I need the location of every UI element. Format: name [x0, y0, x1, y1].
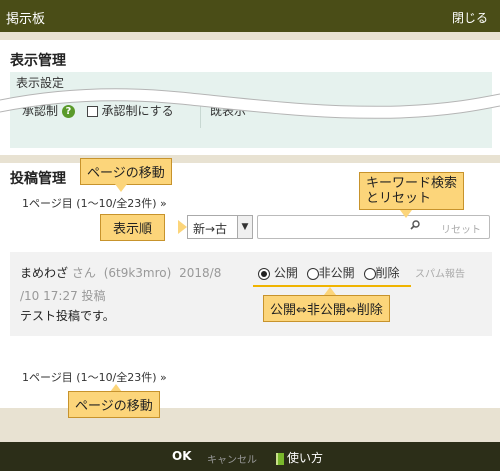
option-public[interactable]: 公開 — [258, 266, 298, 280]
howto-label: 使い方 — [287, 451, 324, 465]
background-strip — [0, 32, 500, 40]
window-title: 掲示板 — [6, 12, 46, 27]
title-bar: 掲示板 閉じる — [0, 0, 500, 32]
callout-publish-toggle: 公開⇔非公開⇔削除 — [263, 295, 390, 322]
radio-public[interactable] — [258, 267, 270, 280]
callout-page-move-top: ページの移動 — [80, 158, 172, 185]
option-public-label: 公開 — [273, 266, 298, 280]
display-management-heading: 表示管理 — [10, 53, 66, 69]
search-icon — [410, 220, 420, 230]
callout-tip — [324, 287, 336, 295]
close-button[interactable]: 閉じる — [452, 9, 488, 26]
radio-private[interactable] — [306, 267, 319, 280]
post-item: まめわざ さん (6t9k3mro) 2018/8 /10 17:27 投稿 テ… — [10, 252, 492, 336]
post-management-heading: 投稿管理 — [10, 171, 66, 187]
chevron-down-icon: ▼ — [237, 216, 252, 238]
callout-sort-order: 表示順 — [100, 214, 166, 241]
pager-bottom[interactable]: 1ページ目 (1〜10/全23件) » — [22, 369, 167, 385]
option-delete-label: 削除 — [375, 266, 400, 280]
callout-keyword-search-line1: キーワード検索 — [366, 176, 458, 191]
callout-tip — [400, 210, 412, 218]
wave-separator — [0, 88, 500, 119]
book-icon — [276, 452, 284, 465]
callout-tip — [178, 220, 187, 234]
footer-bar: OK キャンセル 使い方 — [0, 442, 500, 471]
pager-top[interactable]: 1ページ目 (1〜10/全23件) » — [22, 195, 167, 211]
post-user-id: (6t9k3mro) — [103, 266, 172, 280]
cancel-button[interactable]: キャンセル — [207, 451, 257, 466]
option-delete[interactable]: 削除 — [363, 266, 400, 280]
reset-button[interactable]: リセット — [441, 221, 481, 236]
background-strip-2 — [0, 155, 500, 163]
post-body: テスト投稿です。 — [20, 309, 115, 323]
post-date-continued: /10 17:27 投稿 — [20, 289, 106, 303]
callout-page-move-bottom: ページの移動 — [68, 391, 160, 418]
spam-report-link[interactable]: スパム報告 — [415, 265, 465, 280]
keyword-search-input[interactable]: リセット — [257, 215, 490, 239]
sort-order-select[interactable]: 新→古 ▼ — [187, 215, 253, 239]
callout-keyword-search-line2: とリセット — [366, 191, 432, 206]
radio-delete[interactable] — [363, 267, 376, 280]
post-honorific: さん — [71, 266, 96, 280]
post-meta: まめわざ さん (6t9k3mro) 2018/8 — [20, 264, 221, 281]
callout-keyword-search: キーワード検索 とリセット — [359, 172, 465, 210]
post-author: まめわざ — [20, 266, 69, 280]
option-private[interactable]: 非公開 — [306, 266, 355, 280]
option-private-label: 非公開 — [318, 266, 355, 280]
sort-order-value: 新→古 — [193, 222, 228, 236]
callout-tip — [115, 184, 127, 192]
ok-button[interactable]: OK — [172, 449, 192, 463]
howto-button[interactable]: 使い方 — [276, 449, 323, 466]
publish-state-options: 公開 非公開 削除 — [258, 264, 405, 281]
post-date: 2018/8 — [179, 266, 222, 280]
